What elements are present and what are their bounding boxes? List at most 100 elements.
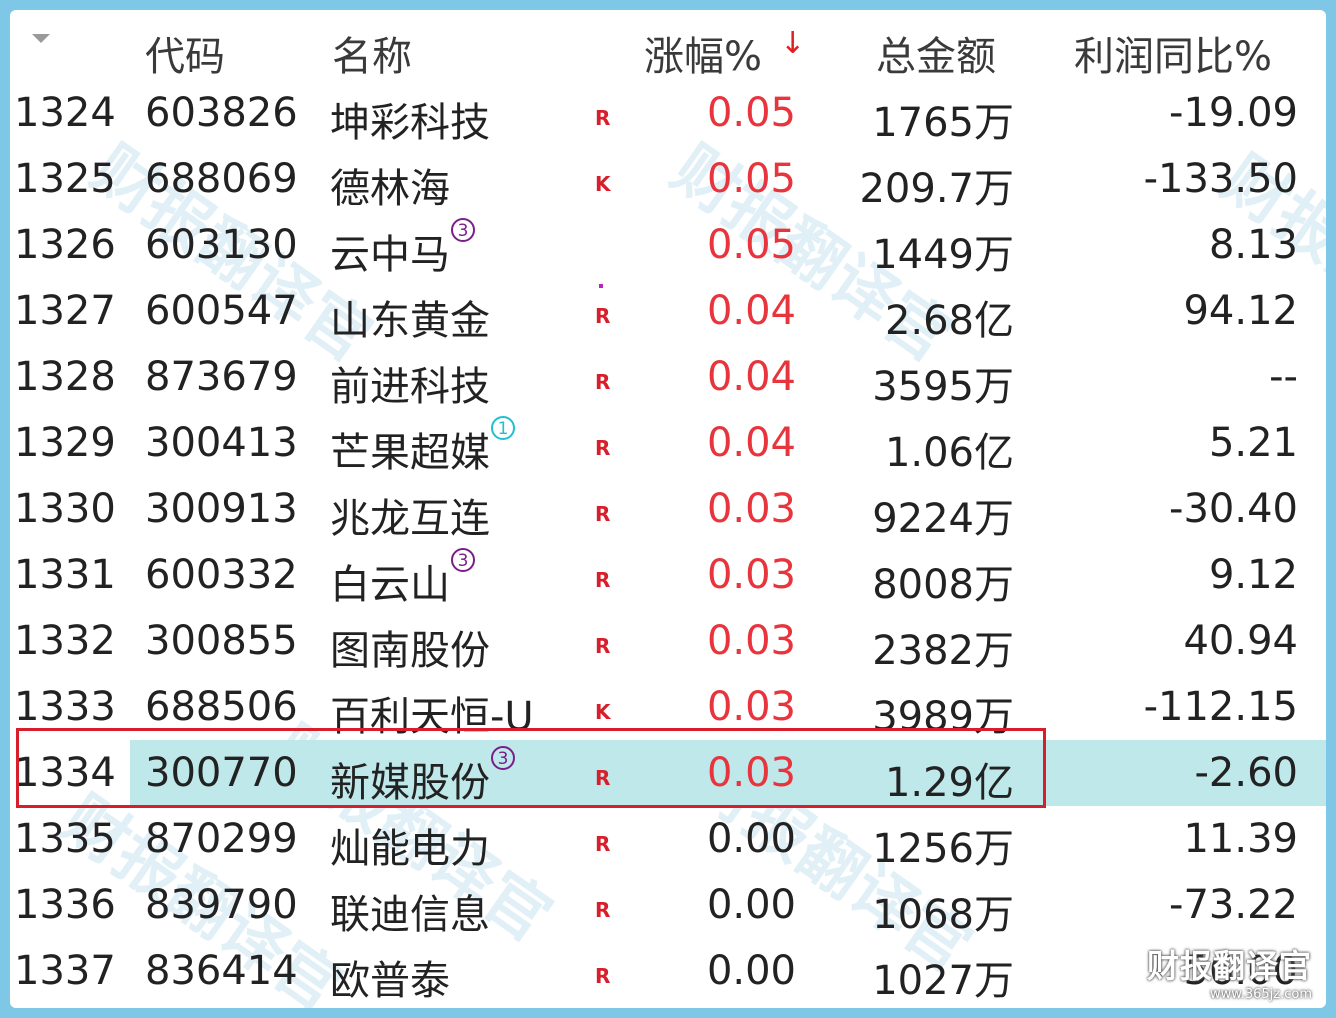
stock-name: 云中马3 [330, 218, 475, 280]
stock-code: 300413 [145, 420, 298, 466]
sort-desc-arrow-icon: ↓ [780, 26, 806, 61]
margin-mark-icon: R [595, 436, 611, 460]
margin-mark-icon: R [595, 502, 611, 526]
stock-name: 白云山3 [330, 548, 475, 610]
stock-name: 兆龙互连 [330, 496, 490, 542]
profit-yoy: -133.50 [1143, 156, 1298, 202]
margin-mark-icon: R [595, 634, 611, 658]
change-percent: 0.04 [706, 288, 796, 334]
header-change[interactable]: 涨幅% [644, 24, 762, 82]
total-amount: 1449万 [872, 232, 1014, 278]
total-amount: 8008万 [872, 562, 1014, 608]
table-row[interactable]: 1331 600332 白云山3 R 0.03 8008万 9.12 [10, 542, 1326, 608]
profit-yoy: 5.21 [1208, 420, 1298, 466]
change-percent: 0.04 [706, 420, 796, 466]
total-amount: 1068万 [872, 892, 1014, 938]
change-percent: 0.03 [706, 552, 796, 598]
row-index: 1330 [14, 486, 116, 532]
row-index: 1329 [14, 420, 116, 466]
stock-code: 870299 [145, 816, 298, 862]
dot-marker-icon [599, 284, 603, 288]
profit-yoy: -73.22 [1169, 882, 1298, 928]
table-row[interactable]: 1336 839790 联迪信息 R 0.00 1068万 -73.22 [10, 872, 1326, 938]
stock-name-text: 芒果超媒 [330, 430, 490, 476]
header-amount[interactable]: 总金额 [876, 24, 996, 82]
profit-yoy: -30.40 [1169, 486, 1298, 532]
total-amount: 2382万 [872, 628, 1014, 674]
row-index: 1328 [14, 354, 116, 400]
stock-code: 300855 [145, 618, 298, 664]
stock-code: 603826 [145, 90, 298, 136]
stock-code: 688069 [145, 156, 298, 202]
table-row[interactable]: 1332 300855 图南股份 R 0.03 2382万 40.94 [10, 608, 1326, 674]
table-row[interactable]: 1335 870299 灿能电力 R 0.00 1256万 11.39 [10, 806, 1326, 872]
profit-yoy: 94.12 [1183, 288, 1298, 334]
stock-code: 688506 [145, 684, 298, 730]
change-percent: 0.03 [706, 684, 796, 730]
table-row[interactable]: 1337 836414 欧普泰 R 0.00 1027万 56.00 [10, 938, 1326, 1004]
stock-code: 873679 [145, 354, 298, 400]
table-row[interactable]: 1327 600547 山东黄金 R 0.04 2.68亿 94.12 [10, 278, 1326, 344]
sort-dropdown-icon[interactable] [32, 34, 50, 43]
row-index: 1326 [14, 222, 116, 268]
header-profit[interactable]: 利润同比% [1074, 24, 1272, 82]
stock-name: 联迪信息 [330, 892, 490, 938]
row-index: 1325 [14, 156, 116, 202]
table-row[interactable]: 1326 603130 云中马3 0.05 1449万 8.13 [10, 212, 1326, 278]
circled-number-badge-icon: 3 [451, 548, 475, 572]
table-row[interactable]: 1325 688069 德林海 K 0.05 209.7万 -133.50 [10, 146, 1326, 212]
change-percent: 0.00 [706, 948, 796, 994]
profit-yoy: 9.12 [1208, 552, 1298, 598]
profit-yoy: -- [1269, 354, 1298, 400]
highlight-box [16, 728, 1046, 808]
row-index: 1333 [14, 684, 116, 730]
stock-name: 坤彩科技 [330, 100, 490, 146]
stock-name: 灿能电力 [330, 826, 490, 872]
change-percent: 0.00 [706, 882, 796, 928]
stock-name: 欧普泰 [330, 958, 450, 1004]
table-header: 代码 名称 涨幅% ↓ 总金额 利润同比% [10, 10, 1326, 80]
profit-yoy: 40.94 [1183, 618, 1298, 664]
stock-name: 山东黄金 [330, 298, 490, 344]
change-percent: 0.03 [706, 486, 796, 532]
header-code[interactable]: 代码 [145, 24, 225, 82]
stock-list-window: 财报翻译官 财报翻译官 财报翻译官 财报翻译官 财报翻译官 财报翻译官 代码 名… [10, 10, 1326, 1008]
table-row[interactable]: 1329 300413 芒果超媒1 R 0.04 1.06亿 5.21 [10, 410, 1326, 476]
stock-name-text: 云中马 [330, 232, 450, 278]
table-row[interactable]: 1328 873679 前进科技 R 0.04 3595万 -- [10, 344, 1326, 410]
change-percent: 0.00 [706, 816, 796, 862]
row-index: 1324 [14, 90, 116, 136]
stock-code: 603130 [145, 222, 298, 268]
margin-mark-icon: R [595, 304, 611, 328]
change-percent: 0.05 [706, 222, 796, 268]
margin-mark-icon: K [595, 700, 611, 724]
margin-mark-icon: R [595, 964, 611, 988]
stock-name: 前进科技 [330, 364, 490, 410]
stock-name: 图南股份 [330, 628, 490, 674]
margin-mark-icon: R [595, 568, 611, 592]
brand-name: 财报翻译官 [1146, 947, 1312, 985]
stock-code: 600547 [145, 288, 298, 334]
total-amount: 209.7万 [859, 166, 1014, 212]
change-percent: 0.04 [706, 354, 796, 400]
row-index: 1332 [14, 618, 116, 664]
stock-code: 836414 [145, 948, 298, 994]
margin-mark-icon: R [595, 370, 611, 394]
margin-mark-icon: R [595, 832, 611, 856]
total-amount: 3595万 [872, 364, 1014, 410]
stock-name-text: 白云山 [330, 562, 450, 608]
total-amount: 1.06亿 [884, 430, 1014, 476]
change-percent: 0.05 [706, 90, 796, 136]
header-name[interactable]: 名称 [332, 24, 412, 82]
change-percent: 0.05 [706, 156, 796, 202]
row-index: 1337 [14, 948, 116, 994]
table-row[interactable]: 1324 603826 坤彩科技 R 0.05 1765万 -19.09 [10, 80, 1326, 146]
stock-code: 300913 [145, 486, 298, 532]
row-index: 1327 [14, 288, 116, 334]
total-amount: 1765万 [872, 100, 1014, 146]
total-amount: 9224万 [872, 496, 1014, 542]
table-row[interactable]: 1330 300913 兆龙互连 R 0.03 9224万 -30.40 [10, 476, 1326, 542]
profit-yoy: -19.09 [1169, 90, 1298, 136]
total-amount: 1256万 [872, 826, 1014, 872]
circled-number-badge-icon: 3 [451, 218, 475, 242]
